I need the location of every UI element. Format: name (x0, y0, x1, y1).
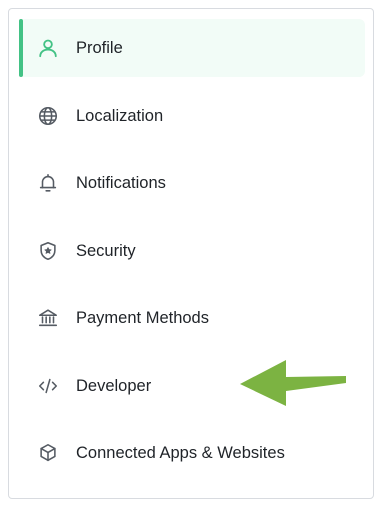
code-icon (37, 375, 59, 397)
annotation-arrow (240, 360, 346, 406)
bank-icon (37, 307, 59, 329)
nav-item-label: Localization (76, 106, 164, 125)
nav-item-label: Connected Apps & Websites (76, 444, 285, 462)
user-icon (37, 37, 59, 59)
cube-icon (37, 442, 59, 464)
nav-item-label: Developer (76, 376, 152, 395)
shield-icon (37, 240, 59, 262)
nav-item-profile[interactable]: Profile (19, 19, 365, 77)
nav-item-label: Notifications (76, 174, 166, 192)
nav-item-payment-methods[interactable]: Payment Methods (19, 289, 365, 347)
nav-item-label: Payment Methods (76, 309, 209, 327)
bell-icon (37, 172, 59, 194)
nav-item-notifications[interactable]: Notifications (19, 154, 365, 212)
settings-nav-card: Profile Localization Notifications Secur… (8, 8, 374, 499)
nav-item-security[interactable]: Security (19, 222, 365, 280)
nav-item-connected-apps[interactable]: Connected Apps & Websites (19, 424, 365, 482)
nav-item-label: Security (76, 241, 136, 260)
nav-item-label: Profile (76, 39, 123, 57)
settings-nav: Profile Localization Notifications Secur… (19, 19, 365, 492)
nav-item-localization[interactable]: Localization (19, 87, 365, 145)
globe-icon (37, 105, 59, 127)
